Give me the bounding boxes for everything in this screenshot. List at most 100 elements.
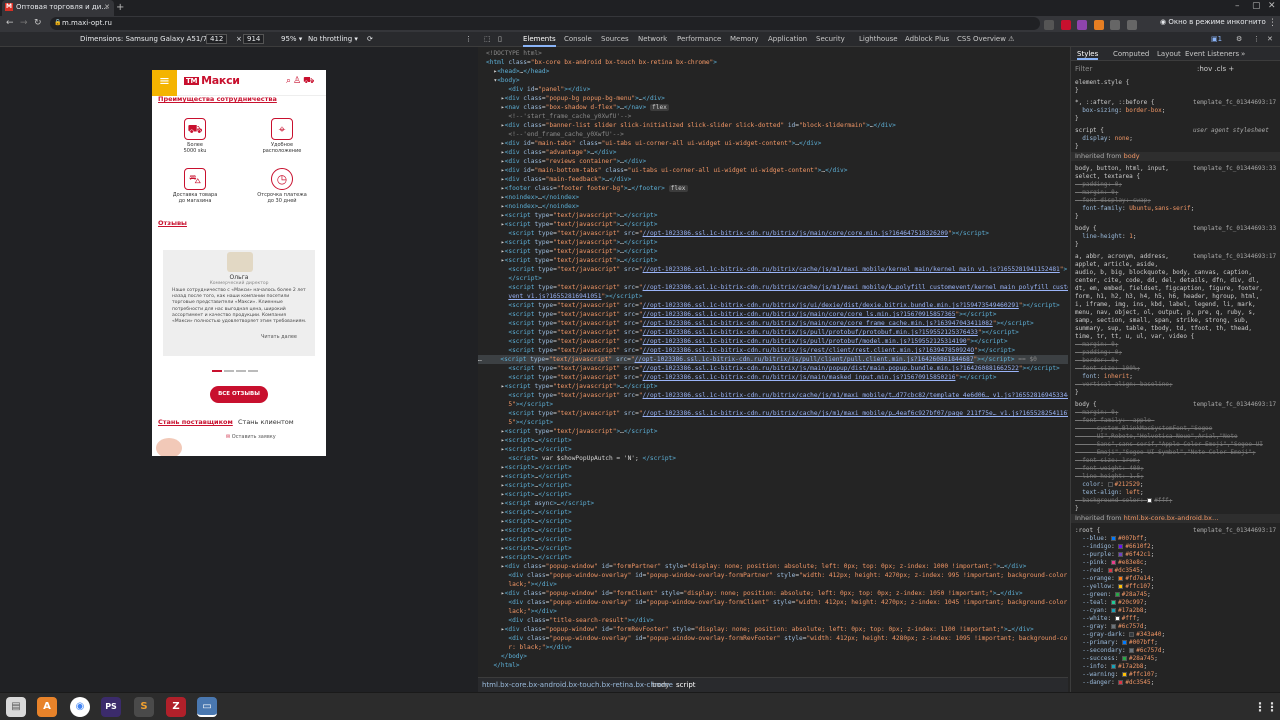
browser-tab[interactable]: M Оптовая торговля и ди... ✕ xyxy=(2,0,114,16)
os-taskbar: ▤ A ◉ PS S Z ▭ ⋮⋮ xyxy=(0,692,1280,720)
puzzle-icon[interactable] xyxy=(1110,20,1120,30)
times-sign: × xyxy=(236,35,242,43)
tab-performance[interactable]: Performance xyxy=(677,35,721,43)
tab-sources[interactable]: Sources xyxy=(601,35,629,43)
browser-tab-bar: M Оптовая торговля и ди... ✕ + – ▢ ✕ xyxy=(0,0,1280,16)
tab-computed[interactable]: Computed xyxy=(1113,50,1149,58)
cart-icon[interactable]: ⛟ xyxy=(303,76,316,86)
minimize-icon[interactable]: – xyxy=(1235,1,1240,11)
tab-lighthouse[interactable]: Lighthouse xyxy=(859,35,898,43)
tab-console[interactable]: Console xyxy=(564,35,592,43)
device-select[interactable]: Dimensions: Samsung Galaxy A51/71 ▾ xyxy=(80,35,217,43)
close-window-icon[interactable]: ✕ xyxy=(1268,1,1276,11)
tab-application[interactable]: Application xyxy=(768,35,807,43)
styles-filter-input[interactable]: Filter xyxy=(1075,65,1092,73)
leave-request-link[interactable]: ✉ Оставить заявку xyxy=(226,434,276,440)
person-image xyxy=(156,438,182,456)
height-input[interactable]: 914 xyxy=(243,34,265,44)
more-options-icon[interactable]: ⋮ xyxy=(465,35,472,43)
tab-adblock[interactable]: Adblock Plus xyxy=(905,35,949,43)
favicon-icon: M xyxy=(5,3,13,11)
extension-icon[interactable] xyxy=(1093,20,1104,30)
sublime-icon[interactable]: S xyxy=(134,697,154,717)
map-icon: ⌖ xyxy=(271,118,293,140)
devtools-menu-icon[interactable]: ⋮ xyxy=(1253,35,1260,43)
site-logo[interactable]: ТМ Макси xyxy=(184,74,240,87)
review-card[interactable]: Ольга Коммерческий директор Наше сотрудн… xyxy=(163,250,315,356)
throttling-select[interactable]: No throttling ▾ xyxy=(308,35,358,43)
tab-event-listeners[interactable]: Event Listeners xyxy=(1185,50,1239,58)
devtools-panel: ⬚ ▯ Elements Console Sources Network Per… xyxy=(478,32,1280,692)
review-text: Наше сотрудничество с «Макси» началось б… xyxy=(172,288,307,324)
tab-memory[interactable]: Memory xyxy=(730,35,758,43)
read-more-link[interactable]: Читать далее xyxy=(261,334,297,340)
breadcrumb-html[interactable]: html.bx-core.bx-android.bx-touch.bx-reti… xyxy=(482,681,673,689)
tab-security[interactable]: Security xyxy=(816,35,845,43)
maximize-icon[interactable]: ▢ xyxy=(1252,1,1261,11)
terminal-icon[interactable]: ▭ xyxy=(197,697,217,717)
advantage-item: ◷ Отсрочка платежа до 30 дней xyxy=(247,168,317,204)
extension-icon[interactable] xyxy=(1077,20,1087,30)
rotate-icon[interactable]: ⟳ xyxy=(367,35,373,43)
files-icon[interactable]: ▤ xyxy=(6,697,26,717)
breadcrumb: html.bx-core.bx-android.bx-touch.bx-reti… xyxy=(478,677,1068,692)
inspect-icon[interactable]: ⬚ xyxy=(484,35,491,43)
breadcrumb-body[interactable]: body xyxy=(652,681,669,689)
zoom-select[interactable]: 95% ▾ xyxy=(281,35,302,43)
styles-tabs: Styles Computed Layout Event Listeners » xyxy=(1071,47,1280,61)
device-toolbar: Dimensions: Samsung Galaxy A51/71 ▾ 412 … xyxy=(0,32,478,47)
close-devtools-icon[interactable]: ✕ xyxy=(1267,35,1273,43)
mobile-page[interactable]: ≡ ТМ Макси ⌕♙⛟ Преимущества сотрудничеств… xyxy=(152,70,326,456)
app-grid-icon[interactable]: ⋮⋮ xyxy=(1254,697,1278,717)
reviews-title: Отзывы xyxy=(158,219,187,227)
extensions-area xyxy=(1044,18,1140,30)
tab-elements[interactable]: Elements xyxy=(523,35,556,47)
cart-icon: ⛟ xyxy=(184,118,206,140)
advantages-title: Преимущества сотрудничества xyxy=(158,95,277,103)
slider-dots[interactable] xyxy=(212,362,272,372)
tab-network[interactable]: Network xyxy=(638,35,667,43)
clock-icon: ◷ xyxy=(271,168,293,190)
extension-icon[interactable] xyxy=(1044,20,1054,30)
tab-css-overview[interactable]: CSS Overview ⚠ xyxy=(957,35,1014,43)
advantage-item: ⌖ Удобное расположение xyxy=(247,118,317,154)
new-tab-icon[interactable]: + xyxy=(116,2,124,13)
advantage-item: ⛟ Более 5000 sku xyxy=(160,118,230,154)
url-text: m.maxi-opt.ru xyxy=(62,19,112,27)
settings-icon[interactable]: ⚙ xyxy=(1236,35,1242,43)
filezilla-icon[interactable]: Z xyxy=(166,697,186,717)
tab-layout[interactable]: Layout xyxy=(1157,50,1181,58)
breadcrumb-script[interactable]: script xyxy=(676,681,696,689)
styles-filter-tools[interactable]: :hov .cls + xyxy=(1197,65,1234,73)
width-input[interactable]: 412 xyxy=(206,34,228,44)
tab-styles[interactable]: Styles xyxy=(1077,50,1099,60)
styles-pane[interactable]: Styles Computed Layout Event Listeners »… xyxy=(1070,47,1280,692)
forward-icon[interactable]: → xyxy=(20,18,28,28)
close-tab-icon[interactable]: ✕ xyxy=(104,3,110,11)
extension-icon[interactable] xyxy=(1060,20,1071,30)
more-tabs-icon[interactable]: » xyxy=(1241,50,1245,58)
app-store-icon[interactable]: A xyxy=(37,697,57,717)
reload-icon[interactable]: ↻ xyxy=(34,18,42,28)
hamburger-icon[interactable]: ≡ xyxy=(152,70,177,96)
chrome-icon[interactable]: ◉ xyxy=(70,697,90,717)
back-icon[interactable]: ← xyxy=(6,18,14,28)
user-icon[interactable]: ♙ xyxy=(293,76,303,86)
address-bar[interactable]: 🔒 m.maxi-opt.ru xyxy=(50,17,1040,30)
become-client-tab[interactable]: Стань клиентом xyxy=(238,418,294,426)
advantage-item: ⛍ Доставка товара до магазина xyxy=(160,168,230,204)
incognito-indicator[interactable]: ◉ Окно в режиме инкогнито xyxy=(1160,18,1266,26)
reviewer-role: Коммерческий директор xyxy=(209,281,269,286)
become-supplier-tab[interactable]: Стань поставщиком xyxy=(158,418,233,426)
issues-badge[interactable]: ▣1 xyxy=(1211,35,1222,43)
site-header: ≡ ТМ Макси ⌕♙⛟ xyxy=(152,70,326,96)
tab-title: Оптовая торговля и ди... xyxy=(16,3,108,11)
search-icon[interactable]: ⌕ xyxy=(286,76,293,86)
menu-icon[interactable]: ⋮ xyxy=(1268,18,1277,28)
sidepanel-icon[interactable] xyxy=(1126,20,1137,30)
elements-tree[interactable]: <!DOCTYPE html> <html class="bx-core bx-… xyxy=(478,47,1068,677)
device-toggle-icon[interactable]: ▯ xyxy=(498,35,502,43)
devtools-tabs: ⬚ ▯ Elements Console Sources Network Per… xyxy=(478,32,1280,47)
all-reviews-button[interactable]: ВСЕ ОТЗЫВЫ xyxy=(210,386,268,403)
phpstorm-icon[interactable]: PS xyxy=(101,697,121,717)
